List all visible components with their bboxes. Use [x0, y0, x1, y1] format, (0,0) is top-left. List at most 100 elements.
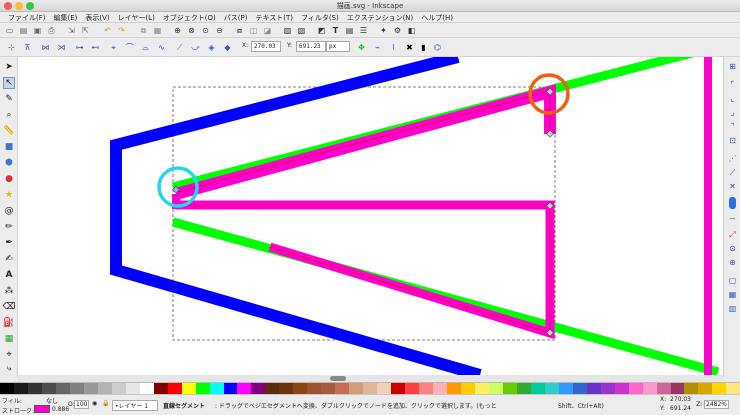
- stroke-width-value[interactable]: 0.886: [52, 406, 69, 413]
- delete-segment-icon[interactable]: ⊷: [90, 42, 101, 53]
- box3d-tool-icon[interactable]: ⬢: [3, 157, 15, 169]
- stroke-to-path-icon[interactable]: ◆: [222, 42, 233, 53]
- unit-select[interactable]: px: [326, 41, 350, 52]
- fill-value[interactable]: なし: [46, 396, 58, 405]
- menu-extensions[interactable]: エクステンション(N): [343, 12, 418, 22]
- ellipse-tool-icon[interactable]: ●: [3, 173, 15, 185]
- menu-view[interactable]: 表示(V): [81, 12, 113, 22]
- snap-bbox-center-icon[interactable]: ⊡: [727, 135, 738, 146]
- menu-file[interactable]: ファイル(F): [4, 12, 50, 22]
- export-icon[interactable]: ⇱: [80, 25, 91, 36]
- ungroup-icon[interactable]: ▧: [296, 25, 307, 36]
- snap-bbox-icon[interactable]: ⌜: [727, 79, 738, 90]
- join-segment-icon[interactable]: ⊶: [74, 42, 85, 53]
- save-document-icon[interactable]: ▣: [32, 25, 43, 36]
- snap-nodes-icon[interactable]: ⋰: [727, 153, 738, 164]
- vertical-scrollbar-thumb[interactable]: [729, 197, 736, 209]
- blue-path[interactable]: [110, 57, 482, 375]
- opacity-field[interactable]: 100: [74, 400, 90, 409]
- spray-tool-icon[interactable]: ⁂: [3, 285, 15, 297]
- snap-bbox-corner-icon[interactable]: ⌟: [727, 107, 738, 118]
- snap-smooth-nodes-icon[interactable]: ⌔: [727, 215, 738, 226]
- node-smooth-icon[interactable]: ⌒: [124, 42, 135, 53]
- duplicate-icon[interactable]: ⧈: [234, 25, 245, 36]
- zoom-width-icon[interactable]: ⊖: [214, 25, 225, 36]
- pencil-tool-icon[interactable]: ✏: [3, 221, 15, 233]
- canvas[interactable]: [18, 57, 723, 375]
- horizontal-scrollbar-thumb[interactable]: [330, 376, 346, 381]
- show-handles-icon[interactable]: ⌁: [372, 42, 383, 53]
- print-icon[interactable]: ⎙: [46, 25, 57, 36]
- show-transform-handles-icon[interactable]: ✥: [356, 42, 367, 53]
- horizontal-scrollbar[interactable]: [18, 375, 723, 382]
- menu-filters[interactable]: フィルタ(S): [297, 12, 343, 22]
- zoom-field[interactable]: 2482%: [704, 400, 729, 409]
- paint-bucket-tool-icon[interactable]: ⛽: [3, 317, 15, 329]
- connector-tool-icon[interactable]: ⤷: [3, 363, 15, 375]
- node-tool-icon[interactable]: ↖: [3, 77, 15, 89]
- layer-select[interactable]: •レイヤー 1: [112, 400, 158, 411]
- magenta-path[interactable]: [174, 84, 556, 200]
- undo-icon[interactable]: ↶: [102, 25, 113, 36]
- text-font-icon[interactable]: T: [330, 25, 341, 36]
- dropper-tool-icon[interactable]: ⌖: [3, 349, 15, 361]
- text-tool-icon[interactable]: A: [3, 269, 15, 281]
- pen-tool-icon[interactable]: ✒: [3, 237, 15, 249]
- align-distribute-icon[interactable]: ☰: [358, 25, 369, 36]
- snap-bbox-edge-icon[interactable]: ⌞: [727, 93, 738, 104]
- insert-node-icon[interactable]: ⊹: [6, 42, 17, 53]
- object-to-path-icon[interactable]: ◈: [206, 42, 217, 53]
- segment-curve-icon[interactable]: ⤻: [190, 42, 201, 53]
- paste-icon[interactable]: ▦: [152, 25, 163, 36]
- zoom-selection-icon[interactable]: ⊕: [172, 25, 183, 36]
- tweak-tool-icon[interactable]: ✎: [3, 93, 15, 105]
- redo-icon[interactable]: ↷: [116, 25, 127, 36]
- menu-object[interactable]: オブジェクト(O): [159, 12, 220, 22]
- selector-tool-icon[interactable]: ➤: [3, 61, 15, 73]
- snap-paths-icon[interactable]: ⟋: [727, 167, 738, 178]
- star-tool-icon[interactable]: ★: [3, 189, 15, 201]
- delete-node-icon[interactable]: ⊼: [22, 42, 33, 53]
- layer-lock-icon[interactable]: 🔒: [102, 400, 109, 407]
- new-document-icon[interactable]: ▭: [4, 25, 15, 36]
- menu-path[interactable]: パス(P): [220, 12, 252, 22]
- snap-object-center-icon[interactable]: ⊙: [727, 243, 738, 254]
- clone-icon[interactable]: ◫: [248, 25, 259, 36]
- show-outline-icon[interactable]: ⌇: [388, 42, 399, 53]
- stroke-swatch[interactable]: [34, 405, 50, 413]
- fill-stroke-icon[interactable]: ◩: [316, 25, 327, 36]
- zoom-page-icon[interactable]: ⊙: [200, 25, 211, 36]
- segment-line-icon[interactable]: ⟋: [174, 42, 185, 53]
- measure-tool-icon[interactable]: 📏: [3, 125, 15, 137]
- document-properties-icon[interactable]: ⚙: [392, 25, 403, 36]
- menu-edit[interactable]: 編集(E): [50, 12, 82, 22]
- snap-intersections-icon[interactable]: ✕: [727, 181, 738, 192]
- break-path-icon[interactable]: ⋊: [56, 42, 67, 53]
- rectangle-tool-icon[interactable]: ■: [3, 141, 15, 153]
- node-y-field[interactable]: 691.23: [296, 41, 326, 52]
- copy-icon[interactable]: ⧉: [138, 25, 149, 36]
- import-icon[interactable]: ⇲: [66, 25, 77, 36]
- zoom-tool-icon[interactable]: ⌕: [3, 109, 15, 121]
- snap-grids-icon[interactable]: ▦: [727, 289, 738, 300]
- join-nodes-icon[interactable]: ⋈: [40, 42, 51, 53]
- snap-bbox-midpoint-icon[interactable]: ⌝: [727, 121, 738, 132]
- snap-page-icon[interactable]: ▢: [727, 275, 738, 286]
- layer-visibility-icon[interactable]: ◉: [92, 400, 97, 407]
- spiral-tool-icon[interactable]: @: [3, 205, 15, 217]
- node-x-field[interactable]: 270.03: [251, 41, 281, 52]
- snap-rotation-center-icon[interactable]: ⊕: [727, 257, 738, 268]
- group-icon[interactable]: ▨: [282, 25, 293, 36]
- gradient-tool-icon[interactable]: ▦: [3, 333, 15, 345]
- zoom-drawing-icon[interactable]: ⊗: [186, 25, 197, 36]
- node-auto-smooth-icon[interactable]: ∿: [156, 42, 167, 53]
- preferences-icon[interactable]: ✦: [378, 25, 389, 36]
- edit-mask-icon[interactable]: ▮: [418, 42, 429, 53]
- xml-editor-icon[interactable]: ▤: [344, 25, 355, 36]
- unlink-clone-icon[interactable]: ◪: [262, 25, 273, 36]
- open-document-icon[interactable]: ▤: [18, 25, 29, 36]
- node-symmetric-icon[interactable]: ⌓: [140, 42, 151, 53]
- eraser-tool-icon[interactable]: ⌫: [3, 301, 16, 313]
- magenta-horizontal-path[interactable]: [176, 200, 555, 340]
- menu-text[interactable]: テキスト(T): [251, 12, 297, 22]
